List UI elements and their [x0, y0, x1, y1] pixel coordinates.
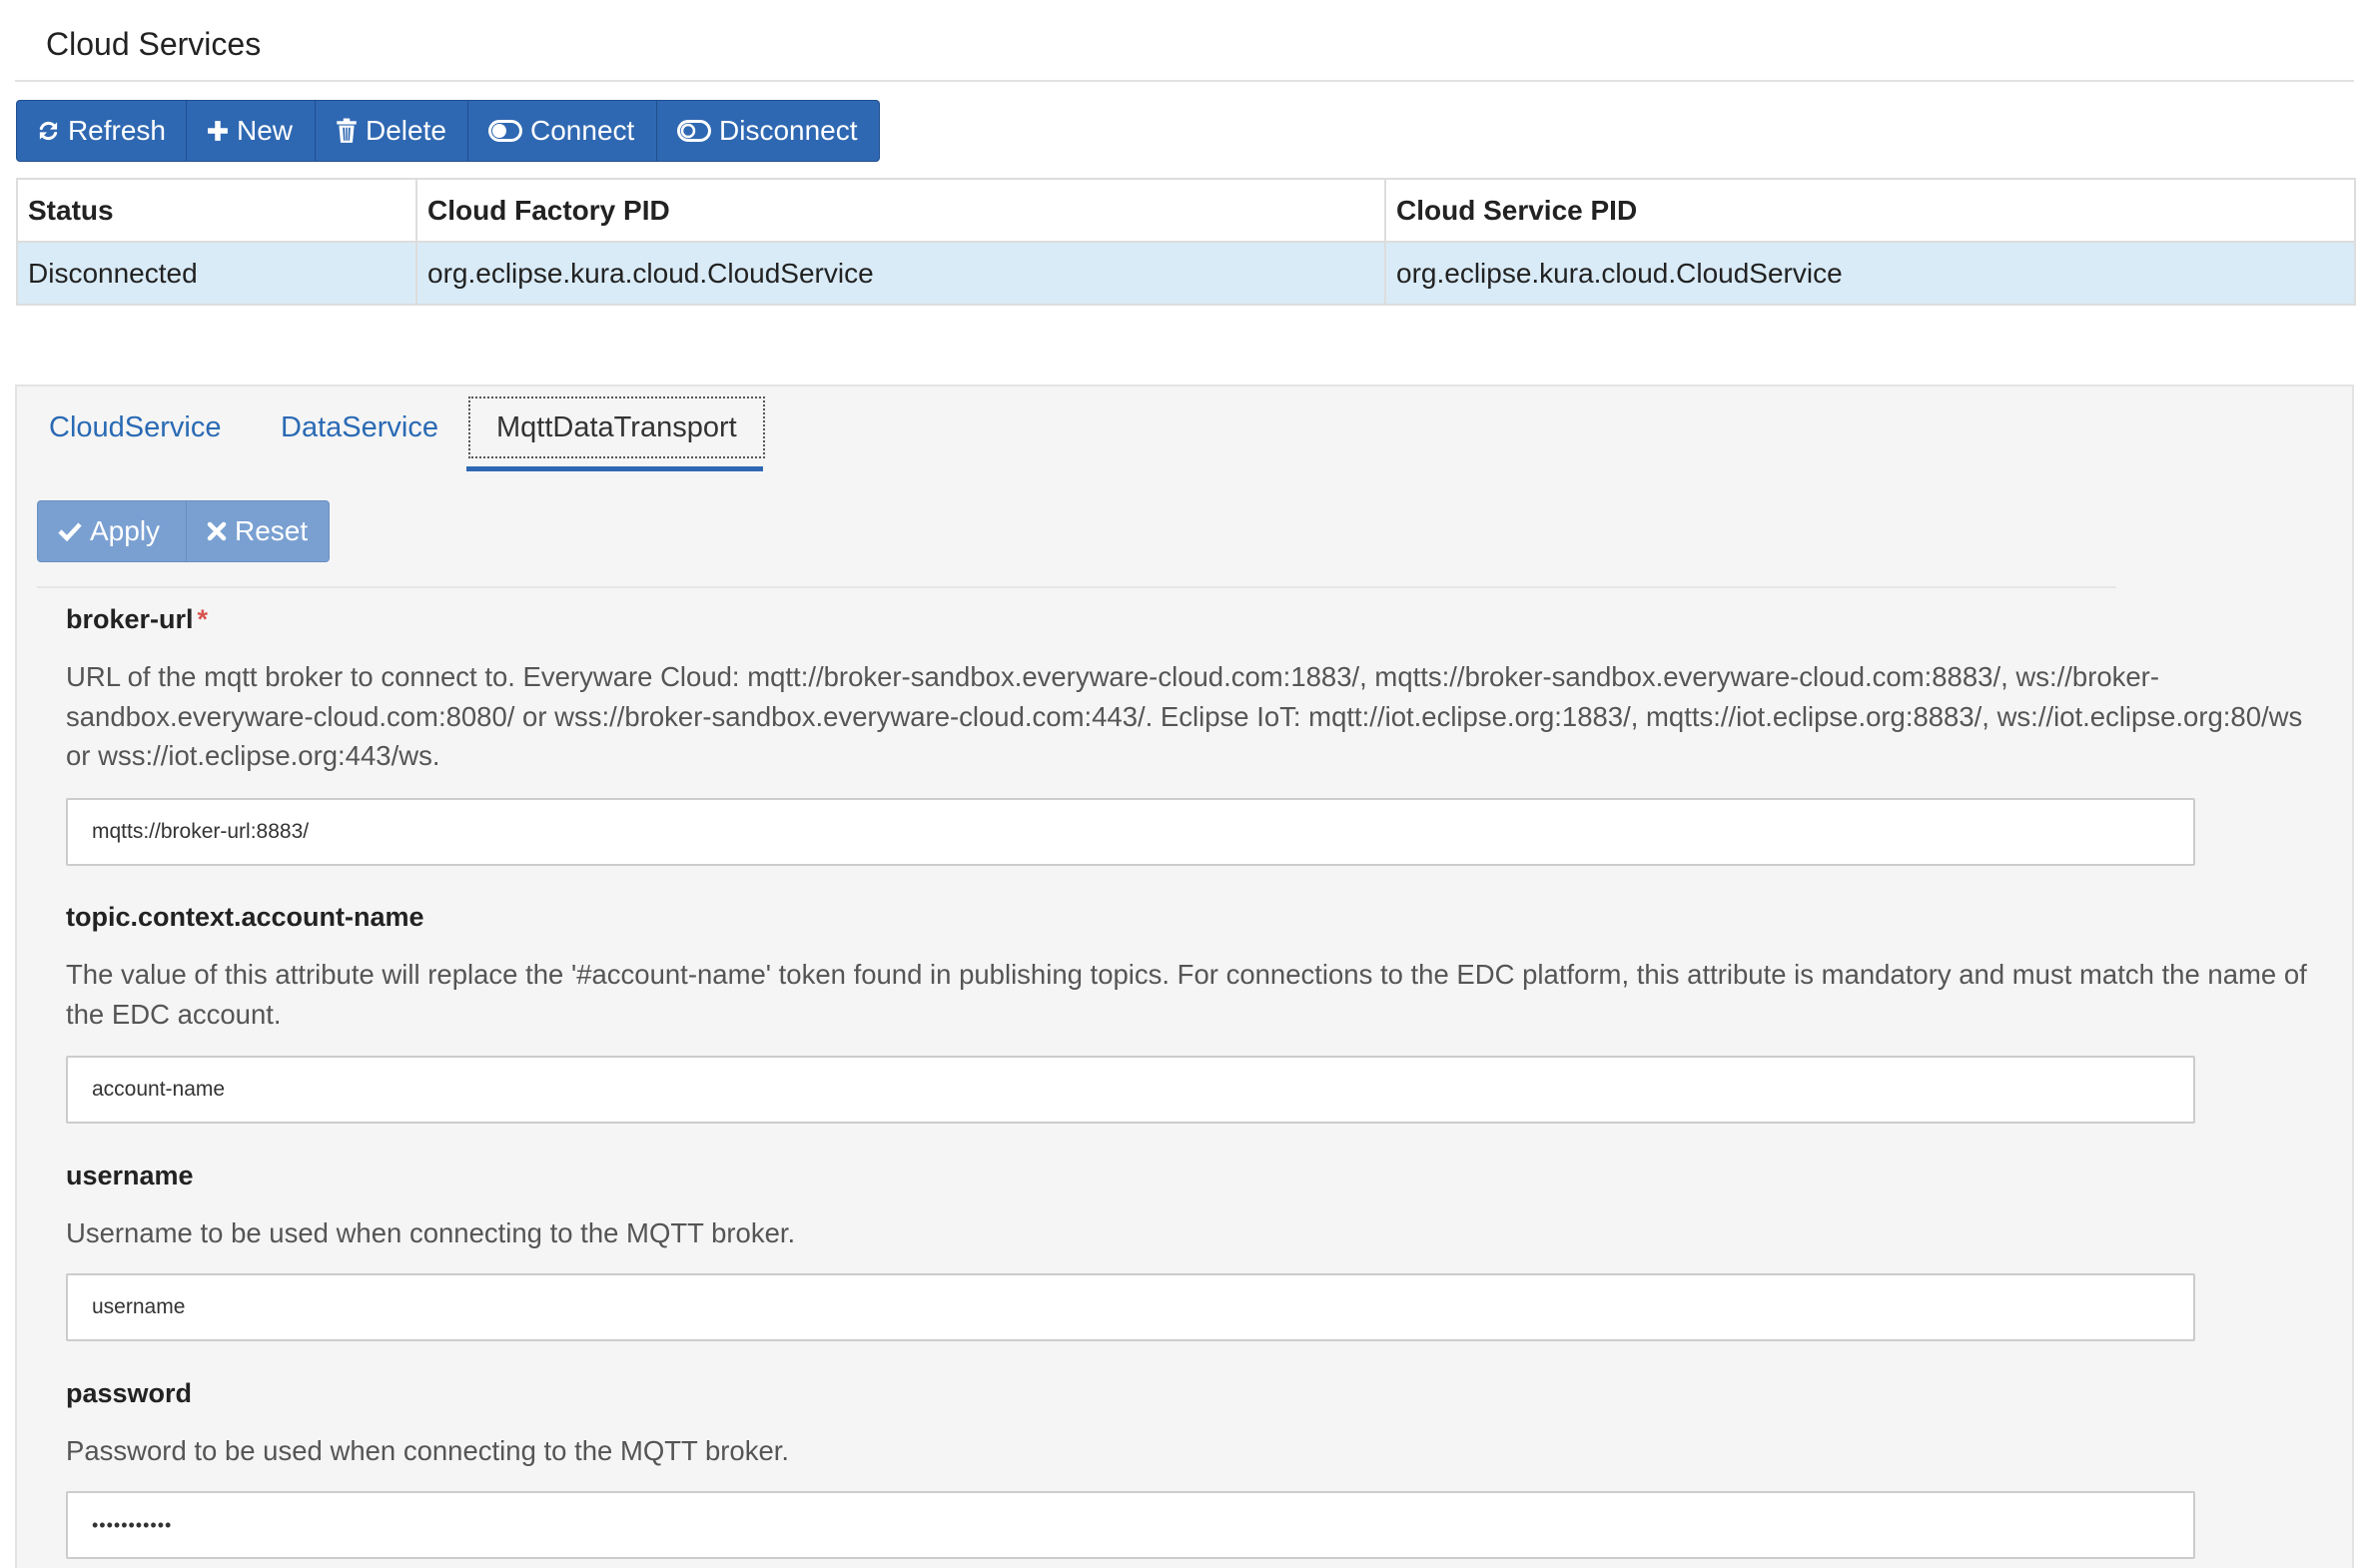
reset-button[interactable]: Reset: [186, 500, 330, 562]
page-title: Cloud Services: [46, 26, 262, 62]
tab-mqttdatatransport[interactable]: MqttDataTransport: [468, 396, 765, 458]
column-header-service-pid[interactable]: Cloud Service PID: [1384, 178, 2356, 243]
cloud-services-page: Cloud Services Refresh New Delete Connec…: [0, 0, 2371, 1568]
refresh-icon: [39, 121, 58, 141]
field-label-account-name: topic.context.account-name: [66, 902, 424, 932]
plus-icon: [208, 121, 228, 141]
check-icon: [58, 522, 82, 541]
x-icon: [207, 521, 227, 541]
tab-dataservice[interactable]: DataService: [281, 396, 438, 458]
required-marker: *: [197, 604, 209, 634]
services-toolbar: Refresh New Delete Connect Disconnect: [16, 100, 880, 162]
disconnect-label: Disconnect: [719, 115, 858, 146]
password-input[interactable]: [66, 1491, 2195, 1559]
reset-label: Reset: [235, 515, 309, 546]
connect-button[interactable]: Connect: [467, 100, 657, 162]
refresh-button[interactable]: Refresh: [16, 100, 187, 162]
field-description-account-name: The value of this attribute will replace…: [66, 959, 2307, 1030]
field-label-password: password: [66, 1378, 193, 1408]
cloud-services-table: Status Cloud Factory PID Cloud Service P…: [16, 178, 2356, 306]
toggle-off-icon: [677, 120, 711, 142]
broker-url-input[interactable]: [66, 798, 2195, 866]
form-toolbar: Apply Reset: [37, 500, 330, 562]
field-description-broker-url: URL of the mqtt broker to connect to. Ev…: [66, 661, 2303, 771]
account-name-input[interactable]: [66, 1056, 2195, 1124]
cell-factory-pid: org.eclipse.kura.cloud.CloudService: [415, 241, 1386, 306]
column-header-status[interactable]: Status: [16, 178, 417, 243]
table-header-row: Status Cloud Factory PID Cloud Service P…: [16, 178, 2356, 243]
field-description-username: Username to be used when connecting to t…: [66, 1217, 796, 1248]
cell-status: Disconnected: [16, 241, 417, 306]
new-button[interactable]: New: [186, 100, 316, 162]
field-description-password: Password to be used when connecting to t…: [66, 1435, 790, 1466]
username-input[interactable]: [66, 1273, 2195, 1341]
connect-label: Connect: [530, 115, 635, 146]
cell-service-pid: org.eclipse.kura.cloud.CloudService: [1384, 241, 2356, 306]
form-divider: [37, 586, 2116, 588]
delete-button[interactable]: Delete: [315, 100, 468, 162]
delete-label: Delete: [366, 115, 446, 146]
apply-label: Apply: [90, 515, 161, 546]
table-row[interactable]: Disconnected org.eclipse.kura.cloud.Clou…: [16, 241, 2356, 306]
toggle-on-icon: [488, 120, 522, 142]
refresh-label: Refresh: [67, 115, 166, 146]
trash-icon: [337, 118, 357, 143]
service-config-panel: CloudService DataService MqttDataTranspo…: [15, 385, 2354, 1568]
field-label-username: username: [66, 1161, 194, 1190]
active-tab-indicator: [466, 466, 763, 471]
field-label-broker-url: broker-url *: [66, 604, 208, 635]
title-divider: [15, 80, 2354, 82]
new-label: New: [237, 115, 294, 146]
field-name-text: broker-url: [66, 604, 194, 634]
tab-cloudservice[interactable]: CloudService: [49, 396, 221, 458]
apply-button[interactable]: Apply: [37, 500, 187, 562]
column-header-factory-pid[interactable]: Cloud Factory PID: [415, 178, 1386, 243]
disconnect-button[interactable]: Disconnect: [656, 100, 880, 162]
